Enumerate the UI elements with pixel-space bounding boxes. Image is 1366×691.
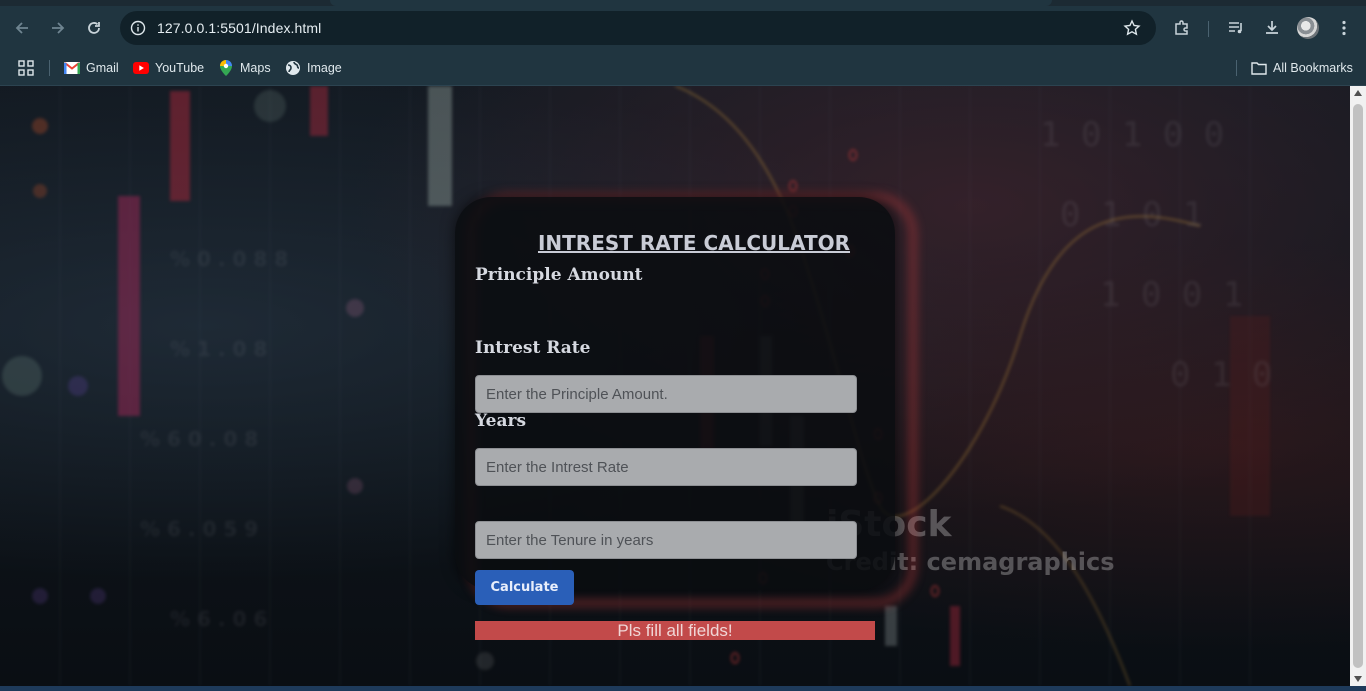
- browser-toolbar: 127.0.0.1:5501/Index.html: [0, 6, 1366, 50]
- puzzle-icon[interactable]: [1171, 17, 1193, 39]
- download-icon[interactable]: [1261, 17, 1283, 39]
- apps-grid-icon[interactable]: [18, 57, 34, 79]
- scroll-up-icon[interactable]: [1354, 90, 1362, 96]
- principal-input[interactable]: [475, 375, 857, 413]
- media-playlist-icon[interactable]: [1225, 17, 1247, 39]
- url-text: 127.0.0.1:5501/Index.html: [157, 20, 322, 36]
- svg-text:% 1 . 0 8: % 1 . 0 8: [170, 337, 267, 361]
- svg-text:% 6 . 0 5 9: % 6 . 0 5 9: [140, 517, 258, 541]
- bookmark-youtube[interactable]: YouTube: [133, 57, 204, 79]
- error-message: Pls fill all fields!: [475, 621, 875, 640]
- svg-text:1 0 1 0 0: 1 0 1 0 0: [1040, 115, 1224, 155]
- bookmarks-bar: Gmail YouTube Maps Image All Bookmarks: [0, 50, 1366, 86]
- bookmark-maps-label: Maps: [240, 61, 271, 75]
- calculator-card: INTREST RATE CALCULATOR Principle Amount…: [455, 197, 895, 640]
- scrollbar-thumb[interactable]: [1353, 104, 1363, 668]
- page-title: INTREST RATE CALCULATOR: [537, 231, 851, 255]
- calculate-button[interactable]: Calculate: [475, 570, 574, 605]
- bookmark-image[interactable]: Image: [285, 57, 342, 79]
- bookmark-youtube-label: YouTube: [155, 61, 205, 75]
- globe-icon: [285, 60, 301, 76]
- years-label: Years: [475, 411, 527, 431]
- svg-text:1 0 0 1: 1 0 0 1: [1100, 275, 1243, 315]
- bookmark-gmail[interactable]: Gmail: [64, 57, 119, 79]
- reload-icon[interactable]: [82, 16, 106, 40]
- maps-icon: [218, 60, 234, 76]
- all-bookmarks-button[interactable]: All Bookmarks: [1251, 57, 1353, 79]
- svg-text:% 0 . 0 8 8: % 0 . 0 8 8: [170, 247, 288, 271]
- principal-label: Principle Amount: [475, 265, 643, 285]
- svg-text:0 1 0: 0 1 0: [1170, 355, 1272, 395]
- profile-avatar[interactable]: [1297, 17, 1319, 39]
- site-info-icon[interactable]: [128, 18, 148, 38]
- svg-text:% 6 0 . 0 8: % 6 0 . 0 8: [140, 427, 258, 451]
- bookmark-maps[interactable]: Maps: [218, 57, 271, 79]
- address-bar[interactable]: 127.0.0.1:5501/Index.html: [120, 11, 1156, 45]
- bookmarks-divider-right: [1236, 60, 1237, 76]
- back-arrow-icon[interactable]: [10, 16, 34, 40]
- bookmarks-divider: [49, 60, 50, 76]
- rate-label: Intrest Rate: [475, 338, 591, 358]
- page-scrollbar[interactable]: [1350, 86, 1366, 686]
- gmail-icon: [64, 60, 80, 76]
- taskbar-edge: [0, 686, 1366, 691]
- all-bookmarks-label: All Bookmarks: [1273, 61, 1353, 75]
- star-icon[interactable]: [1122, 18, 1142, 38]
- bookmark-image-label: Image: [307, 61, 342, 75]
- rate-input[interactable]: [475, 448, 857, 486]
- toolbar-divider: [1208, 21, 1209, 37]
- kebab-menu-icon[interactable]: [1333, 17, 1355, 39]
- svg-text:% 6 . 0 6: % 6 . 0 6: [170, 607, 267, 631]
- years-input[interactable]: [475, 521, 857, 559]
- youtube-icon: [133, 60, 149, 76]
- svg-text:0 1 0 1: 0 1 0 1: [1060, 195, 1203, 235]
- folder-icon: [1251, 60, 1267, 76]
- forward-arrow-icon[interactable]: [46, 16, 70, 40]
- scroll-down-icon[interactable]: [1354, 676, 1362, 682]
- bookmark-gmail-label: Gmail: [86, 61, 119, 75]
- page-viewport: 1 0 1 0 0 0 1 0 1 1 0 0 1 0 1 0 % 0 . 0 …: [0, 86, 1350, 686]
